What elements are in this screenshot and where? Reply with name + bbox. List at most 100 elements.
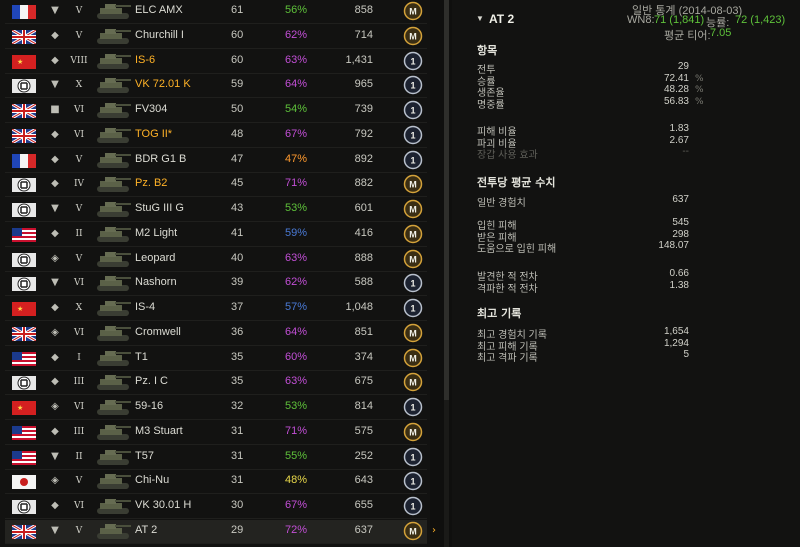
vehicle-name: IS-4 — [135, 301, 156, 313]
mastery-badge-icon: M — [403, 323, 423, 343]
vehicle-winrate: 56% — [285, 4, 308, 16]
vehicle-row[interactable]: ◆ V Churchill I 60 62% 714 M — [5, 25, 427, 49]
vehicle-tier: VI — [73, 129, 85, 140]
nation-flag-icon — [12, 104, 36, 118]
vehicle-row[interactable]: ▼ X VK 72.01 K 59 64% 965 1 — [5, 74, 427, 99]
mastery-badge-icon: M — [403, 348, 423, 368]
nation-flag-icon — [12, 376, 36, 391]
vehicle-tier: VIII — [70, 55, 88, 66]
mastery-badge-icon: M — [403, 372, 423, 392]
vehicle-row[interactable]: ■ VI FV304 50 54% 739 1 — [5, 99, 427, 123]
vehicle-name: T57 — [135, 449, 154, 462]
vehicle-avg-xp: 792 — [354, 127, 373, 140]
vehicle-row[interactable]: ◆ II M2 Light 41 59% 416 M — [5, 223, 427, 247]
scrollbar-thumb[interactable] — [444, 0, 449, 400]
svg-text:M: M — [409, 180, 417, 190]
item-unit: % — [695, 73, 704, 84]
vehicle-row[interactable]: ◆ VI TOG II* 48 67% 792 1 — [5, 124, 427, 148]
vehicle-class-icon: ▼ — [51, 203, 59, 214]
nation-flag-icon — [12, 29, 36, 44]
vehicle-class-icon: ◆ — [51, 29, 59, 41]
scrollbar[interactable] — [444, 0, 449, 547]
vehicle-row[interactable]: ◆ I T1 35 60% 374 M — [5, 347, 427, 371]
vehicle-name: StuG III G — [135, 202, 184, 214]
ratio-value: -- — [682, 146, 689, 157]
vehicle-row[interactable]: ◈ V Chi-Nu 31 48% 643 1 — [5, 470, 427, 495]
tank-icon — [93, 372, 133, 393]
vehicle-avg-xp: 965 — [354, 78, 373, 91]
vehicle-name: Chi-Nu — [135, 474, 170, 487]
nation-flag-icon — [12, 524, 36, 539]
vehicle-winrate: 59% — [285, 226, 308, 239]
nation-flag-icon — [12, 252, 36, 267]
mastery-badge-icon: M — [403, 26, 423, 46]
vehicle-row[interactable]: ★ ◈ VI 59-16 32 53% 814 1 — [5, 396, 427, 420]
tank-icon — [93, 199, 133, 220]
vehicle-battles: 31 — [231, 474, 244, 487]
detail-panel: 일반 통계 (2014-08-03) WN8: 71 (1,841) 능률: 7… — [452, 0, 800, 547]
first-class-badge-icon: 1 — [403, 496, 423, 516]
vehicle-row[interactable]: ★ ◆ X IS-4 37 57% 1,048 1 — [5, 297, 427, 321]
nation-flag-icon — [12, 326, 36, 341]
vehicle-tier: VI — [73, 402, 85, 412]
vehicle-row[interactable]: ◆ VI VK 30.01 H 30 67% 655 1 — [5, 495, 427, 519]
vehicle-class-icon: ◆ — [51, 178, 59, 190]
vehicle-avg-xp: 588 — [354, 276, 373, 289]
vehicle-winrate: 60% — [285, 350, 308, 363]
avg-tier-value: 7.05 — [710, 27, 732, 39]
vehicle-row[interactable]: ◈ VI Cromwell 36 64% 851 M — [5, 322, 427, 346]
vehicle-tier: VI — [73, 501, 85, 511]
vehicle-name: T1 — [135, 350, 148, 363]
nation-flag-icon — [12, 351, 36, 366]
vehicle-avg-xp: 252 — [354, 449, 373, 462]
tank-icon — [93, 1, 133, 22]
vehicle-row[interactable]: ◆ V BDR G1 B 47 47% 892 1 — [5, 149, 427, 173]
item-value: 29 — [677, 61, 689, 72]
vehicle-row[interactable]: ▼ VI Nashorn 39 62% 588 1 — [5, 272, 427, 297]
avg-spot-value: 1.38 — [669, 279, 689, 291]
vehicle-class-icon: ◈ — [51, 252, 59, 264]
vehicle-name: FV304 — [135, 103, 168, 115]
vehicle-row[interactable]: ▼ II T57 31 55% 252 1 — [5, 446, 427, 470]
vehicle-avg-xp: 575 — [354, 424, 373, 437]
vehicle-row[interactable]: ▼ V ELC AMX 61 56% 858 M — [5, 0, 427, 24]
nation-flag-icon — [12, 128, 36, 143]
mastery-badge-icon: M — [403, 199, 423, 219]
vehicle-battles: 32 — [231, 400, 244, 412]
svg-text:1: 1 — [410, 452, 415, 462]
ratio-value: 2.67 — [669, 134, 689, 146]
vehicle-avg-xp: 374 — [354, 350, 373, 363]
vehicle-row[interactable]: ★ ◆ VIII IS-6 60 63% 1,431 1 — [5, 50, 427, 74]
vehicle-row[interactable]: ◈ V Leopard 40 63% 888 M — [5, 248, 427, 272]
vehicle-avg-xp: 814 — [354, 400, 373, 412]
vehicle-avg-xp: 739 — [354, 103, 373, 115]
svg-text:M: M — [409, 205, 417, 215]
vehicle-battles: 59 — [231, 78, 244, 91]
vehicle-row[interactable]: ◆ III Pz. I C 35 63% 675 M — [5, 371, 427, 396]
first-class-badge-icon: 1 — [403, 471, 423, 491]
record-label: 최고 격파 기록 — [477, 353, 538, 364]
vehicle-name: Nashorn — [135, 276, 177, 289]
svg-text:M: M — [409, 254, 417, 264]
collapse-triangle-icon[interactable]: ▼ — [476, 14, 484, 23]
section-items-heading: 항목 — [477, 44, 498, 57]
svg-text:1: 1 — [410, 502, 415, 512]
vehicle-winrate: 71% — [285, 177, 308, 190]
vehicle-row[interactable]: ◆ IV Pz. B2 45 71% 882 M — [5, 173, 427, 198]
vehicle-name: M3 Stuart — [135, 424, 183, 437]
vehicle-avg-xp: 858 — [354, 4, 373, 16]
vehicle-row[interactable]: ▼ V AT 2 29 72% 637 M › — [5, 519, 436, 544]
vehicle-class-icon: ■ — [50, 104, 60, 115]
vehicle-battles: 35 — [231, 350, 244, 363]
tank-icon — [93, 348, 133, 369]
nation-flag-icon — [12, 425, 36, 440]
vehicle-winrate: 54% — [285, 103, 308, 115]
nation-flag-icon — [12, 5, 36, 19]
vehicle-row[interactable]: ▼ V StuG III G 43 53% 601 M — [5, 198, 427, 222]
tank-icon — [93, 249, 133, 270]
tank-icon — [93, 100, 133, 121]
mastery-badge-icon: M — [403, 1, 423, 21]
vehicle-row[interactable]: ◆ III M3 Stuart 31 71% 575 M — [5, 421, 427, 445]
avg-spot-label: 격파한 적 전차 — [477, 283, 538, 295]
vehicle-battles: 36 — [231, 325, 244, 338]
